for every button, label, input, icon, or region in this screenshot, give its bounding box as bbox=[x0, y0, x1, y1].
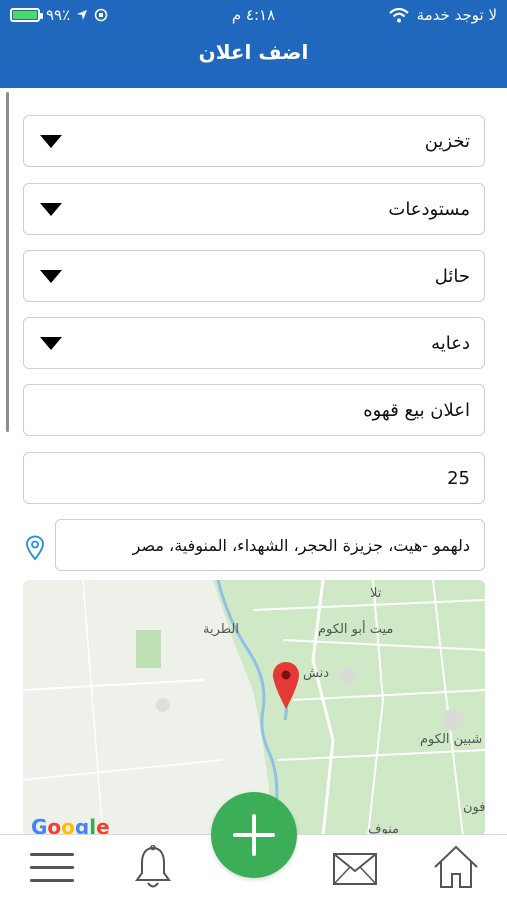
status-bar: ٩٩٪ ٤:١٨ م لا توجد خدمة bbox=[0, 0, 507, 32]
home-icon[interactable] bbox=[433, 845, 479, 889]
wifi-icon bbox=[388, 7, 409, 22]
add-ad-button[interactable] bbox=[211, 792, 297, 878]
category-value: تخزين bbox=[424, 131, 470, 152]
scroll-indicator[interactable] bbox=[6, 92, 9, 432]
status-right: لا توجد خدمة bbox=[388, 6, 497, 24]
map-label-tarya: الطرية bbox=[203, 622, 239, 637]
location-input[interactable]: دلهمو -هيت، جزيزة الحجر، الشهداء، المنوف… bbox=[55, 519, 485, 571]
app-screen: ٩٩٪ ٤:١٨ م لا توجد خدمة اضف اعلان تخزين … bbox=[0, 0, 507, 900]
ad-title-value: اعلان بيع قهوه bbox=[363, 400, 470, 421]
app-header: ٩٩٪ ٤:١٨ م لا توجد خدمة اضف اعلان bbox=[0, 0, 507, 88]
ad-kind-select[interactable]: دعايه bbox=[23, 317, 485, 369]
bell-icon[interactable] bbox=[134, 845, 172, 891]
subcategory-select[interactable]: مستودعات bbox=[23, 183, 485, 235]
location-value: دلهمو -هيت، جزيزة الحجر، الشهداء، المنوف… bbox=[132, 536, 470, 555]
dropdown-arrow-icon bbox=[40, 135, 62, 148]
dropdown-arrow-icon bbox=[40, 337, 62, 350]
mail-icon[interactable] bbox=[333, 853, 377, 885]
dropdown-arrow-icon bbox=[40, 270, 62, 283]
map-label-danash: دنش bbox=[303, 666, 329, 681]
map-marker-icon[interactable] bbox=[272, 661, 300, 711]
category-select[interactable]: تخزين bbox=[23, 115, 485, 167]
map-label-tala: تلا bbox=[370, 586, 382, 601]
menu-icon[interactable] bbox=[30, 853, 74, 883]
map-label-fon: فون bbox=[463, 800, 485, 815]
type-select[interactable]: حائل bbox=[23, 250, 485, 302]
carrier-label: لا توجد خدمة bbox=[416, 6, 497, 24]
price-value: 25 bbox=[447, 468, 470, 489]
location-pin-icon[interactable] bbox=[25, 535, 45, 561]
page-title: اضف اعلان bbox=[198, 40, 309, 64]
price-input[interactable]: 25 bbox=[23, 452, 485, 504]
subcategory-value: مستودعات bbox=[388, 199, 470, 220]
ad-kind-value: دعايه bbox=[431, 333, 470, 354]
google-logo: Google bbox=[31, 815, 110, 836]
map-label-shebin: شبين الكوم bbox=[420, 732, 483, 747]
dropdown-arrow-icon bbox=[40, 203, 62, 216]
map-label-mit-abu-elkom: ميت أبو الكوم bbox=[318, 622, 394, 637]
type-value: حائل bbox=[434, 266, 470, 287]
ad-title-input[interactable]: اعلان بيع قهوه bbox=[23, 384, 485, 436]
